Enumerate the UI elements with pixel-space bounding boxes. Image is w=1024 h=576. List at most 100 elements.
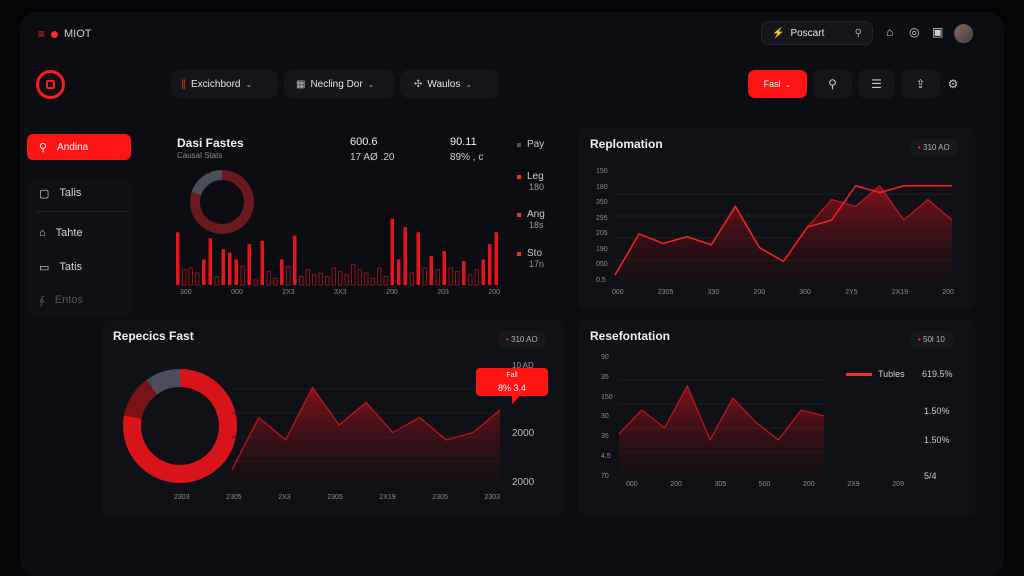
bar (488, 244, 492, 285)
bar (293, 235, 297, 285)
legend-label: Sto (527, 248, 543, 259)
primary-button-label: Fasl (763, 79, 781, 89)
y-tick-label: 30 (601, 413, 609, 421)
link-icon: ∮ (39, 294, 45, 307)
calendar-icon[interactable]: ▣ (932, 25, 943, 39)
x-tick-label: 2303 (174, 494, 190, 501)
callout-value: 8% 3.4 (497, 383, 527, 393)
panel3-ytick: 10 AD (512, 361, 534, 370)
x-tick-label: 2X3 (278, 494, 291, 501)
bar (397, 259, 401, 285)
legend-sub: 17n (529, 259, 545, 269)
bar (312, 274, 317, 286)
top-left-brand[interactable]: ≡ MIOT (38, 27, 92, 41)
y-tick-label: 35 (601, 433, 609, 441)
dropdown-label: Necling Dor (310, 78, 363, 90)
x-tick-label: 330 (707, 289, 720, 296)
sidebar-item-label: Entos (54, 294, 83, 306)
bar (325, 276, 330, 286)
sidebar-item-entos[interactable]: ∮ Entos (27, 287, 131, 313)
dropdown-label: Waulos (427, 78, 461, 90)
sidebar-item-andina[interactable]: ⚲ Andina (27, 134, 131, 160)
sidebar-item-tahte[interactable]: ⌂ Tahte (27, 220, 131, 246)
search-icon: ⚲ (39, 141, 48, 154)
chevron-down-icon: ⌄ (367, 79, 375, 89)
bar (234, 259, 238, 285)
x-tick-label: 2305 (657, 289, 674, 296)
panel3-x-axis: 2303 2305 2X3 2305 2X19 2305 2303 (174, 494, 500, 501)
settings-button[interactable]: ⚙ (934, 70, 972, 98)
panel4-y-axis: 90 35 150 30 35 4.5 70 (601, 354, 613, 480)
legend-item: Sto 17n (517, 248, 544, 269)
panel3-donut-chart (123, 369, 237, 483)
legend-sub: 18s (529, 220, 544, 230)
legend-item: Pay (517, 139, 544, 150)
callout-label: Fall (506, 372, 518, 379)
menu-icon[interactable]: ≡ (38, 27, 45, 41)
legend-value: 619.5% (922, 369, 953, 379)
list-icon: ☰ (871, 77, 882, 91)
avatar[interactable] (954, 24, 973, 43)
stat1-sub: 17 AØ .20 (350, 152, 395, 163)
notification-icon[interactable]: ⌂ (886, 25, 893, 39)
panel3-tag[interactable]: • 310 AO (498, 331, 546, 348)
bar (494, 232, 498, 285)
sidebar-item-talis[interactable]: ▢ Talis (27, 180, 131, 206)
bar (280, 259, 284, 285)
chevron-down-icon: ⌄ (245, 79, 253, 89)
dropdown-necling[interactable]: ▦ Necling Dor ⌄ (284, 70, 394, 98)
bar (221, 249, 225, 285)
x-tick-label: 203 (437, 289, 449, 296)
y-tick-label: 350 (596, 199, 608, 207)
help-icon[interactable]: ◎ (909, 25, 919, 39)
bar (429, 256, 433, 285)
panel4-tag[interactable]: • 50l 10 (910, 331, 953, 348)
bar (247, 244, 251, 285)
x-tick-label: 2X3 (282, 289, 295, 296)
search-icon: ⚲ (828, 77, 837, 91)
logo-icon[interactable] (36, 70, 65, 99)
x-tick-label: 000 (231, 289, 243, 296)
area-fill (615, 185, 952, 282)
panel1-title: Dasi Fastes (177, 136, 244, 150)
tag-label: 310 AO (511, 335, 538, 344)
bar (214, 276, 219, 286)
x-tick-label: 300 (180, 289, 192, 296)
chat-icon: ▢ (39, 187, 50, 200)
callout-pointer (512, 396, 520, 404)
y-tick-label: 150 (601, 393, 613, 401)
panel3-ytick: 2000 (512, 477, 535, 488)
search-icon[interactable]: ⚲ (855, 28, 862, 39)
search-box[interactable]: ⚡ Poscart ⚲ (761, 21, 873, 45)
area-fill (619, 386, 824, 476)
chevron-down-icon: ⌄ (784, 79, 792, 89)
dropdown-waulos[interactable]: ✣ Waulos ⌄ (400, 70, 499, 98)
dropdown-dashboard[interactable]: ∥ Excichbord ⌄ (171, 70, 278, 98)
search-button[interactable]: ⚲ (813, 70, 852, 98)
bar (416, 232, 420, 285)
bar (377, 267, 382, 286)
bar (299, 276, 304, 286)
x-tick-label: 2305 (327, 494, 343, 501)
panel1-subtitle: Causal Stats (177, 151, 223, 160)
bar (202, 259, 206, 285)
primary-button[interactable]: Fasl ⌄ (748, 70, 807, 98)
x-tick-label: 200 (670, 481, 682, 488)
x-tick-label: 2Y5 (845, 289, 858, 296)
panel3-area-chart (231, 386, 501, 485)
y-tick-label: 180 (596, 183, 608, 191)
bar (338, 270, 343, 286)
legend-label: Ang (527, 209, 545, 220)
bar (188, 267, 193, 286)
donut-slice (124, 379, 158, 420)
y-tick-label: 190 (596, 245, 608, 253)
panel2-tag[interactable]: • 310 AO (910, 139, 958, 156)
list-button[interactable]: ☰ (858, 70, 895, 98)
bar (481, 259, 485, 285)
sidebar-item-tatis[interactable]: ▭ Tatis (27, 254, 131, 280)
x-tick-label: 2305 (432, 494, 448, 501)
callout-badge[interactable]: Fall 8% 3.4 (476, 368, 548, 396)
brand-name: MIOT (64, 28, 92, 40)
bar (351, 264, 356, 286)
grid-icon: ▦ (296, 78, 306, 90)
